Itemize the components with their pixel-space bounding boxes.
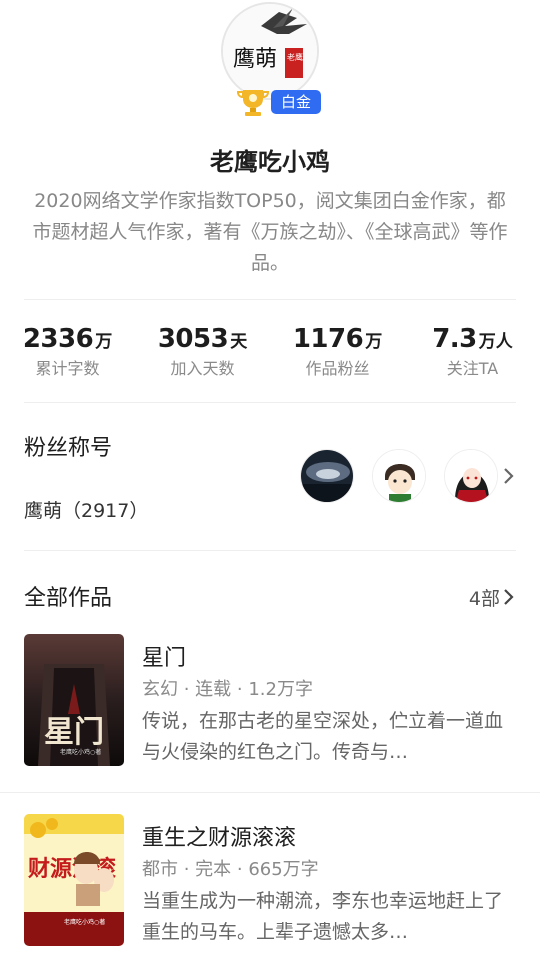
divider (24, 402, 516, 403)
avatar-calligraphy: 鹰萌 (233, 47, 277, 72)
trophy-icon (236, 90, 270, 116)
works-count-link[interactable]: 4部 (440, 584, 500, 611)
fan-avatar-list[interactable] (300, 449, 520, 505)
stat-label: 累计字数 (35, 359, 100, 378)
book-title: 重生之财源滚滚 (142, 826, 297, 851)
fan-avatar[interactable] (372, 449, 426, 503)
stat-unit: 天 (230, 332, 248, 352)
fan-avatar-image (301, 450, 353, 502)
author-bio: 2020网络文学作家指数TOP50，阅文集团白金作家，都市题材超人气作家，著有《… (32, 190, 508, 274)
divider (24, 299, 516, 300)
cover-title: 星门 (44, 715, 104, 750)
book-item[interactable]: 财源滚滚 老鹰吃小鸡○著 重生之财源滚滚 都市 · 完本 · 665万字 当重生… (0, 814, 540, 954)
book-title: 星门 (142, 646, 187, 671)
chevron-right-icon[interactable] (502, 588, 514, 606)
book-description: 传说，在那古老的星空深处，伫立着一道血与火侵染的红色之门。传奇与… (142, 710, 504, 763)
stat-label: 加入天数 (170, 359, 235, 378)
stat-followers[interactable]: 7.3 万人 关注TA (405, 322, 540, 382)
book-cover[interactable]: 星门 老鹰吃小鸡○著 (24, 634, 124, 766)
fan-avatar-image (373, 450, 425, 502)
author-avatar-wrap: 鹰萌 老鹰 白金 (221, 2, 321, 116)
stats-row: 2336 万 累计字数 3053 天 加入天数 1176 万 作品粉丝 7.3 万人 关… (0, 322, 540, 382)
stat-unit: 万 (95, 332, 113, 352)
avatar-seal-text: 老鹰 (287, 52, 303, 62)
book-cover-art: 星门 老鹰吃小鸡○著 (24, 634, 124, 766)
stat-value: 7.3 (432, 324, 477, 354)
stat-label: 作品粉丝 (305, 359, 370, 378)
fan-title-value[interactable]: 鹰萌（2917） (24, 496, 148, 523)
stat-value: 1176 (292, 324, 364, 354)
badge-label: 白金 (271, 90, 321, 114)
divider (0, 792, 540, 793)
avatar-art: 鹰萌 老鹰 (223, 4, 317, 98)
book-description: 当重生成为一种潮流，李东也幸运地赶上了重生的马车。上辈子遗憾太多… (142, 890, 504, 943)
chevron-right-icon (504, 468, 514, 484)
author-name: 老鹰吃小鸡 (210, 148, 330, 176)
stat-value: 2336 (22, 324, 94, 354)
divider (24, 550, 516, 551)
fan-avatar[interactable] (300, 449, 354, 503)
platinum-badge: 白金 (235, 87, 329, 117)
stat-fans: 1176 万 作品粉丝 (270, 322, 405, 382)
book-meta: 都市 · 完本 · 665万字 (142, 859, 319, 880)
book-cover[interactable]: 财源滚滚 老鹰吃小鸡○著 (24, 814, 124, 946)
author-avatar[interactable]: 鹰萌 老鹰 (221, 2, 319, 100)
works-heading: 全部作品 (24, 586, 113, 611)
stat-unit: 万人 (478, 332, 513, 352)
stat-value: 3053 (157, 324, 229, 354)
stat-days: 3053 天 加入天数 (135, 322, 270, 382)
book-meta: 玄幻 · 连载 · 1.2万字 (142, 679, 313, 700)
book-cover-art: 财源滚滚 老鹰吃小鸡○著 (24, 814, 124, 946)
cover-author: 老鹰吃小鸡○著 (60, 748, 101, 756)
stat-unit: 万 (365, 332, 383, 352)
fan-title-heading: 粉丝称号 (24, 436, 113, 461)
book-item[interactable]: 星门 老鹰吃小鸡○著 星门 玄幻 · 连载 · 1.2万字 传说，在那古老的星空… (0, 634, 540, 774)
fan-avatar-image (445, 450, 497, 502)
stat-label: 关注TA (446, 359, 499, 378)
stat-words: 2336 万 累计字数 (0, 322, 135, 382)
fan-avatar[interactable] (444, 449, 498, 503)
cover-author: 老鹰吃小鸡○著 (64, 918, 105, 926)
